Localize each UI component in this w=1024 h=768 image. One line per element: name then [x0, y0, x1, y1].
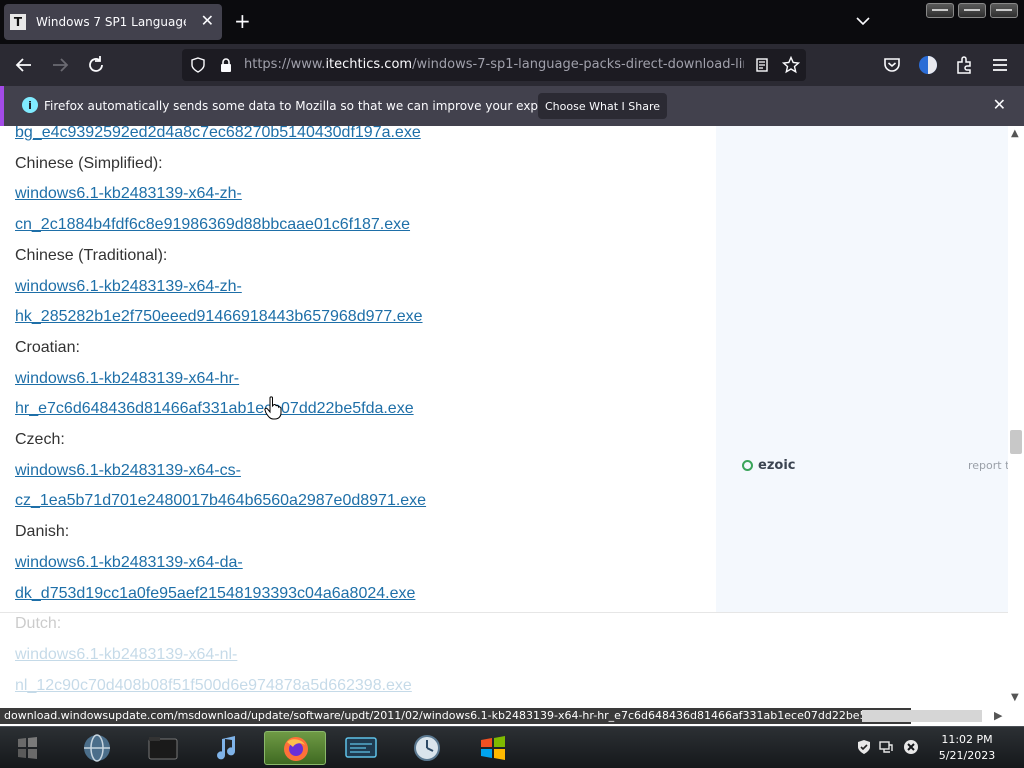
download-link[interactable]: nl_12c90c70d408b08f51f500d6e974878a5d662… [15, 677, 412, 695]
vertical-scrollbar[interactable]: ▲ ▼ [1008, 126, 1024, 706]
reader-view-icon[interactable] [754, 57, 770, 73]
taskbar-clock-app-icon[interactable] [396, 731, 458, 765]
taskbar-monitor-icon[interactable] [330, 731, 392, 765]
notification-close-icon[interactable]: ✕ [993, 95, 1006, 114]
url-host: itechtics.com [325, 57, 413, 72]
info-icon: i [22, 97, 38, 113]
close-window-button[interactable] [990, 3, 1018, 18]
section-divider [0, 612, 1008, 613]
taskbar-network-globe-icon[interactable] [66, 731, 128, 765]
ezoic-logo-icon [742, 460, 753, 471]
language-label: Chinese (Simplified): [15, 154, 163, 172]
new-tab-button[interactable]: + [234, 11, 251, 31]
navigation-toolbar: https://www.itechtics.com/windows-7-sp1-… [0, 44, 1024, 86]
download-link[interactable]: cz_1ea5b71d701e2480017b464b6560a2987e0d8… [15, 492, 426, 510]
ezoic-brand-text: ezoic [758, 458, 796, 473]
download-link[interactable]: dk_d753d19cc1a0fe95aef21548193393c04a6a8… [15, 585, 415, 603]
system-clock[interactable]: 11:02 PM 5/21/2023 [932, 732, 1002, 764]
clock-date: 5/21/2023 [938, 749, 996, 762]
language-label: Chinese (Traditional): [15, 246, 168, 264]
language-label: Czech: [15, 431, 65, 448]
download-link[interactable]: windows6.1-kb2483139-x64-zh- [15, 185, 242, 203]
tab-title: Windows 7 SP1 Language Packs [36, 15, 186, 29]
tray-volume-muted-icon[interactable] [903, 739, 919, 755]
download-link[interactable]: windows6.1-kb2483139-x64-zh- [15, 278, 242, 296]
tray-shield-icon[interactable] [856, 739, 872, 755]
taskbar-media-player-icon[interactable] [198, 731, 260, 765]
tab-close-icon[interactable]: ✕ [201, 13, 214, 29]
status-bar: download.windowsupdate.com/msdownload/up… [0, 706, 1024, 726]
taskbar-firefox-icon[interactable] [264, 731, 326, 765]
account-icon[interactable] [917, 54, 939, 76]
horizontal-scrollbar-thumb[interactable] [862, 710, 982, 722]
menu-icon[interactable] [989, 54, 1011, 76]
notification-message: Firefox automatically sends some data to… [44, 99, 587, 113]
taskbar-file-explorer-icon[interactable] [132, 731, 194, 765]
download-link[interactable]: windows6.1-kb2483139-x64-da- [15, 554, 243, 572]
download-link[interactable]: cn_2c1884b4fdf6c8e91986369d88bbcaae01c6f… [15, 216, 410, 234]
reload-icon[interactable] [85, 54, 107, 76]
language-label: Danish: [15, 523, 70, 541]
language-label: Croatian: [15, 338, 80, 356]
url-path: /windows-7-sp1-language-packs-direct-dow… [412, 57, 744, 72]
pocket-icon[interactable] [881, 54, 903, 76]
minimize-button[interactable] [926, 3, 954, 18]
url-prefix: https://www. [244, 57, 326, 72]
data-collection-notification: i Firefox automatically sends some data … [0, 86, 1024, 126]
scrollbar-thumb[interactable] [1010, 430, 1022, 454]
site-favicon-icon: T [10, 14, 26, 30]
download-link[interactable]: hr_e7c6d648436d81466af331ab1ece07dd22be5… [15, 400, 414, 418]
scroll-right-arrow-icon[interactable]: ▶ [994, 709, 1002, 722]
scroll-up-arrow-icon[interactable]: ▲ [1011, 128, 1019, 139]
report-ad-link[interactable]: report t [968, 459, 1008, 472]
tray-network-icon[interactable] [878, 739, 894, 755]
hand-cursor-icon [264, 396, 282, 420]
tab-strip: T Windows 7 SP1 Language Packs ✕ + [0, 0, 1024, 44]
extensions-icon[interactable] [953, 54, 975, 76]
back-icon[interactable] [13, 54, 35, 76]
clock-time: 11:02 PM [941, 733, 993, 746]
tracking-shield-icon[interactable] [190, 57, 206, 73]
scroll-down-arrow-icon[interactable]: ▼ [1011, 692, 1019, 703]
link-status-url: download.windowsupdate.com/msdownload/up… [0, 708, 912, 724]
download-link[interactable]: hk_285282b1e2f750eeed91466918443b657968d… [15, 308, 423, 326]
lock-icon[interactable] [218, 57, 234, 73]
download-link[interactable]: windows6.1-kb2483139-x64-hr- [15, 370, 239, 388]
download-link[interactable]: bg_e4c9392592ed2d4a8c7ec68270b5140430df1… [15, 126, 421, 142]
tab-list-chevron-icon[interactable] [856, 14, 870, 28]
forward-icon[interactable] [49, 54, 71, 76]
download-link[interactable]: windows6.1-kb2483139-x64-nl- [15, 646, 237, 664]
language-label: Dutch: [15, 615, 62, 633]
url-bar[interactable]: https://www.itechtics.com/windows-7-sp1-… [182, 49, 806, 81]
ad-sidebar: ezoic report t [716, 126, 1008, 612]
choose-what-i-share-button[interactable]: Choose What I Share [538, 93, 667, 119]
screen: T Windows 7 SP1 Language Packs ✕ + https… [0, 0, 1024, 768]
download-link[interactable]: windows6.1-kb2483139-x64-cs- [15, 462, 241, 480]
start-button-icon[interactable] [8, 733, 46, 763]
windows-taskbar: 11:02 PM 5/21/2023 [0, 726, 1024, 768]
taskbar-windows-flag-icon[interactable] [462, 731, 524, 765]
web-page: bg_e4c9392592ed2d4a8c7ec68270b5140430df1… [0, 126, 1024, 706]
active-tab[interactable]: T Windows 7 SP1 Language Packs ✕ [4, 4, 222, 40]
article-body: bg_e4c9392592ed2d4a8c7ec68270b5140430df1… [0, 126, 716, 706]
bookmark-star-icon[interactable] [782, 56, 800, 74]
maximize-button[interactable] [958, 3, 986, 18]
ezoic-ad-label[interactable]: ezoic [742, 458, 795, 473]
url-text[interactable]: https://www.itechtics.com/windows-7-sp1-… [244, 57, 744, 72]
